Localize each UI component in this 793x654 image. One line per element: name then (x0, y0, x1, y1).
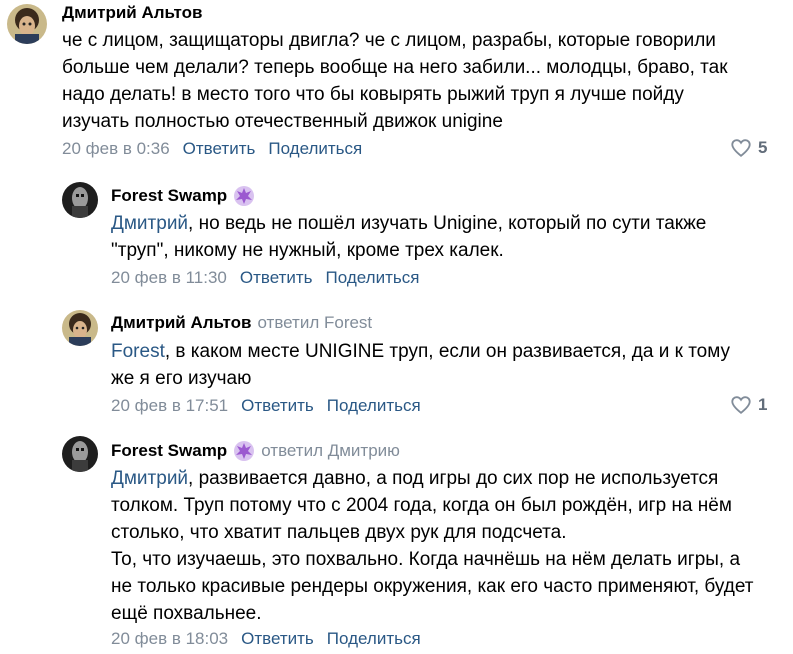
avatar[interactable] (62, 436, 98, 472)
avatar-image (62, 182, 98, 218)
comment-text: Дмитрий, развивается давно, а под игры д… (111, 465, 756, 627)
comment-author[interactable]: Forest Swamp (111, 440, 227, 462)
comment-date[interactable]: 20 фев в 11:30 (111, 267, 227, 289)
heart-outline-icon (731, 396, 751, 414)
comment-body: , в каком месте UNIGINE труп, если он ра… (111, 341, 731, 389)
comment-author[interactable]: Дмитрий Альтов (62, 2, 202, 24)
comment-text: че с лицом, защищаторы двигла? че с лицо… (62, 27, 742, 135)
comment-date[interactable]: 20 фев в 18:03 (111, 628, 228, 650)
reply-button[interactable]: Ответить (183, 138, 256, 160)
prometheus-badge-icon[interactable] (233, 185, 255, 207)
mention-link[interactable]: Дмитрий (111, 468, 188, 489)
reply-button[interactable]: Ответить (241, 395, 314, 417)
like-button[interactable]: 1 (730, 394, 767, 416)
avatar-image (62, 310, 98, 346)
comment-text: Forest, в каком месте UNIGINE труп, если… (111, 338, 751, 392)
comment-body: че с лицом, защищаторы двигла? че с лицо… (62, 30, 728, 132)
prometheus-badge-icon[interactable] (233, 440, 255, 462)
avatar[interactable] (62, 310, 98, 346)
replied-to-link[interactable]: ответил Дмитрию (261, 440, 400, 462)
like-count: 1 (758, 395, 768, 414)
comment-body: , развивается давно, а под игры до сих п… (111, 468, 754, 624)
avatar-image (7, 4, 47, 44)
share-button[interactable]: Поделиться (327, 395, 421, 417)
share-button[interactable]: Поделиться (268, 138, 362, 160)
comment-date[interactable]: 20 фев в 0:36 (62, 138, 170, 160)
mention-link[interactable]: Forest (111, 341, 165, 362)
reply-button[interactable]: Ответить (241, 628, 314, 650)
replied-to-link[interactable]: ответил Forest (257, 312, 372, 334)
like-count: 5 (758, 138, 768, 157)
avatar[interactable] (7, 4, 47, 44)
comment-text: Дмитрий, но ведь не пошёл изучать Unigin… (111, 210, 751, 264)
comment-body: , но ведь не пошёл изучать Unigine, кото… (111, 213, 707, 261)
comment-author[interactable]: Дмитрий Альтов (111, 312, 251, 334)
share-button[interactable]: Поделиться (326, 267, 420, 289)
like-button[interactable]: 5 (730, 137, 767, 159)
heart-outline-icon (731, 139, 751, 157)
reply-button[interactable]: Ответить (240, 267, 313, 289)
share-button[interactable]: Поделиться (327, 628, 421, 650)
avatar[interactable] (62, 182, 98, 218)
comment-author[interactable]: Forest Swamp (111, 185, 227, 207)
avatar-image (62, 436, 98, 472)
comment-date[interactable]: 20 фев в 17:51 (111, 395, 228, 417)
mention-link[interactable]: Дмитрий (111, 213, 188, 234)
